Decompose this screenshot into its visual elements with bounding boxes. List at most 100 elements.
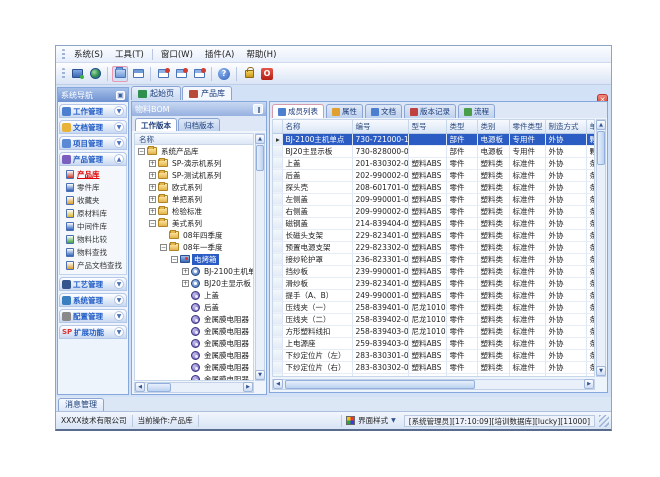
tree-item[interactable]: 08年四季度 xyxy=(135,229,253,241)
expand-icon[interactable]: + xyxy=(182,268,189,275)
table-row[interactable]: 后盖202-990002-01X塑料ABS零件塑料类标准件外协条 xyxy=(273,169,595,181)
close-other-windows-icon[interactable] xyxy=(191,66,207,82)
table-vscroll-thumb[interactable] xyxy=(597,131,605,165)
tree-item[interactable]: −电烤箱 xyxy=(135,253,253,265)
scroll-right-icon[interactable]: ▶ xyxy=(584,379,594,389)
detail-tab-文档[interactable]: 文档 xyxy=(365,104,402,118)
table-row[interactable]: 挡纱板239-990001-01X塑料ABS零件塑料类标准件外协条 xyxy=(273,265,595,277)
tree-item[interactable]: 金属膜电阻器 xyxy=(135,361,253,373)
column-header-类型[interactable]: 类型 xyxy=(446,120,477,133)
sidebar-item-物料比较[interactable]: 物料比较 xyxy=(60,233,126,246)
menu-item[interactable]: 工具(T) xyxy=(109,47,150,61)
column-header-单位[interactable]: 单位 xyxy=(586,120,595,133)
table-row[interactable]: 压线夹（二）258-839402-00X尼龙1010零件塑料类标准件外协条 xyxy=(273,313,595,325)
expand-icon[interactable]: + xyxy=(149,208,156,215)
tree-item[interactable]: +欧式系列 xyxy=(135,181,253,193)
table-row[interactable]: 长磁头支架229-823401-00X塑料ABS零件塑料类标准件外协条 xyxy=(273,229,595,241)
table-row[interactable]: 左侧盖209-990001-01X塑料ABS零件塑料类标准件外协条 xyxy=(273,193,595,205)
tree-item[interactable]: −系统产品库 xyxy=(135,145,253,157)
tree-vscroll-thumb[interactable] xyxy=(256,145,264,171)
open-library-folder-icon[interactable] xyxy=(112,66,128,82)
chevron-down-icon[interactable]: ▼ xyxy=(114,122,124,132)
sidebar-item-零件库[interactable]: 零件库 xyxy=(60,181,126,194)
table-row[interactable]: 滑纱板239-823401-00X塑料ABS零件塑料类标准件外协条 xyxy=(273,277,595,289)
table-row[interactable] xyxy=(273,373,595,377)
column-header-零件类型[interactable]: 零件类型 xyxy=(509,120,545,133)
toolbar-grip-handle[interactable] xyxy=(62,68,65,79)
sidebar-panel-header[interactable]: SP扩展功能▼ xyxy=(59,325,127,339)
tree-column-header[interactable]: 名称 xyxy=(134,133,254,145)
sidebar-item-产品文档查找[interactable]: 产品文档查找 xyxy=(60,259,126,272)
tree-item[interactable]: +SP-测试机系列 xyxy=(135,169,253,181)
menu-item[interactable]: 窗口(W) xyxy=(155,47,199,61)
chevron-down-icon[interactable]: ▼ xyxy=(114,311,124,321)
sidebar-panel-header[interactable]: 配置管理▼ xyxy=(59,309,127,323)
collapse-icon[interactable]: − xyxy=(160,244,167,251)
tree-horizontal-scrollbar[interactable]: ◀ ▶ xyxy=(134,382,254,393)
table-row[interactable]: 上盖201-830302-00X塑料ABS零件塑料类标准件外协条 xyxy=(273,157,595,169)
close-all-windows-icon[interactable] xyxy=(173,66,189,82)
tree-item[interactable]: 金属膜电阻器 xyxy=(135,313,253,325)
globe-icon[interactable] xyxy=(87,66,103,82)
message-management-tab[interactable]: 消息管理 xyxy=(58,398,104,411)
sidebar-item-物料查找[interactable]: 物料查找 xyxy=(60,246,126,259)
table-horizontal-scrollbar[interactable]: ◀ ▶ xyxy=(272,379,595,390)
doc-tab-起始页[interactable]: 起始页 xyxy=(131,86,181,100)
detail-tab-属性[interactable]: 属性 xyxy=(326,104,363,118)
table-row[interactable]: BJ20主显示板730-828000-04X部件电源板专用件外协颗 xyxy=(273,145,595,157)
collapse-icon[interactable]: − xyxy=(138,148,145,155)
sidebar-item-中间件库[interactable]: 中间件库 xyxy=(60,220,126,233)
sidebar-panel-header[interactable]: 工作管理▼ xyxy=(59,104,127,118)
column-header-名称[interactable]: 名称 xyxy=(282,120,352,133)
chevron-up-icon[interactable]: ▲ xyxy=(114,154,124,164)
table-row[interactable]: ▸BJ-2100主机单点730-721000-12X部件电源板专用件外协颗 xyxy=(273,133,595,145)
tree-item[interactable]: +单把系列 xyxy=(135,193,253,205)
scroll-up-icon[interactable]: ▲ xyxy=(596,120,606,130)
expand-icon[interactable]: + xyxy=(149,172,156,179)
resize-grip[interactable] xyxy=(599,415,609,427)
sidebar-collapse-icon[interactable]: ▣ xyxy=(116,91,125,100)
table-row[interactable]: 提手（A、B）249-990001-01X塑料ABS零件塑料类标准件外协条 xyxy=(273,289,595,301)
tree-item[interactable]: −08年一季度 xyxy=(135,241,253,253)
sidebar-panel-header[interactable]: 项目管理▼ xyxy=(59,136,127,150)
scroll-left-icon[interactable]: ◀ xyxy=(273,379,283,389)
detail-tab-流程[interactable]: 流程 xyxy=(458,104,495,118)
table-vertical-scrollbar[interactable]: ▲ ▼ xyxy=(596,119,606,377)
table-row[interactable]: 接纱轮护罩236-823301-00X塑料ABS零件塑料类标准件外协条 xyxy=(273,253,595,265)
sidebar-panel-header[interactable]: 产品管理▲ xyxy=(59,152,127,166)
table-hscroll-thumb[interactable] xyxy=(285,380,475,389)
scroll-down-icon[interactable]: ▼ xyxy=(596,366,606,376)
window-layout-icon[interactable] xyxy=(130,66,146,82)
table-row[interactable]: 下纱定位片（左）283-830301-00X塑料ABS零件塑料类标准件外协条 xyxy=(273,349,595,361)
lock-icon[interactable] xyxy=(241,66,257,82)
table-row[interactable]: 上电源座259-839403-00X塑料ABS零件塑料类标准件外协条 xyxy=(273,337,595,349)
tree-item[interactable]: +BJ20主显示板 xyxy=(135,277,253,289)
bom-tab-工作版本[interactable]: 工作版本 xyxy=(135,118,177,131)
table-row[interactable]: 磁钢盖214-839404-01X塑料ABS零件塑料类标准件外协条 xyxy=(273,217,595,229)
expand-icon[interactable]: + xyxy=(149,196,156,203)
system-monitor-icon[interactable] xyxy=(69,66,85,82)
sidebar-item-产品库[interactable]: 产品库 xyxy=(60,168,126,181)
table-row[interactable]: 预置电源支架229-823302-00X塑料ABS零件塑料类标准件外协条 xyxy=(273,241,595,253)
tree-item[interactable]: 上盖 xyxy=(135,289,253,301)
menu-item[interactable]: 插件(A) xyxy=(199,47,240,61)
menu-item[interactable]: 帮助(H) xyxy=(240,47,282,61)
expand-icon[interactable]: + xyxy=(149,160,156,167)
help-icon[interactable]: ? xyxy=(216,66,232,82)
tree-item[interactable]: 金属膜电阻器 xyxy=(135,373,253,381)
interface-style-dropdown[interactable]: 界面样式 ▼ xyxy=(341,415,400,427)
column-header-编号[interactable]: 编号 xyxy=(352,120,408,133)
scroll-right-icon[interactable]: ▶ xyxy=(243,382,253,392)
expand-icon[interactable]: + xyxy=(182,280,189,287)
tree-item[interactable]: 金属膜电阻器 xyxy=(135,325,253,337)
chevron-down-icon[interactable]: ▼ xyxy=(114,138,124,148)
tree-vertical-scrollbar[interactable]: ▲ ▼ xyxy=(255,133,265,381)
collapse-icon[interactable]: − xyxy=(149,220,156,227)
sidebar-item-原材料库[interactable]: 原材料库 xyxy=(60,207,126,220)
tree-item[interactable]: +SP-演示机系列 xyxy=(135,157,253,169)
doc-tab-产品库[interactable]: 产品库 xyxy=(182,86,232,100)
pin-icon[interactable] xyxy=(253,104,263,114)
column-header-制造方式[interactable]: 制造方式 xyxy=(545,120,586,133)
tree-hscroll-thumb[interactable] xyxy=(147,383,171,392)
detail-tab-版本记录[interactable]: 版本记录 xyxy=(404,104,456,118)
